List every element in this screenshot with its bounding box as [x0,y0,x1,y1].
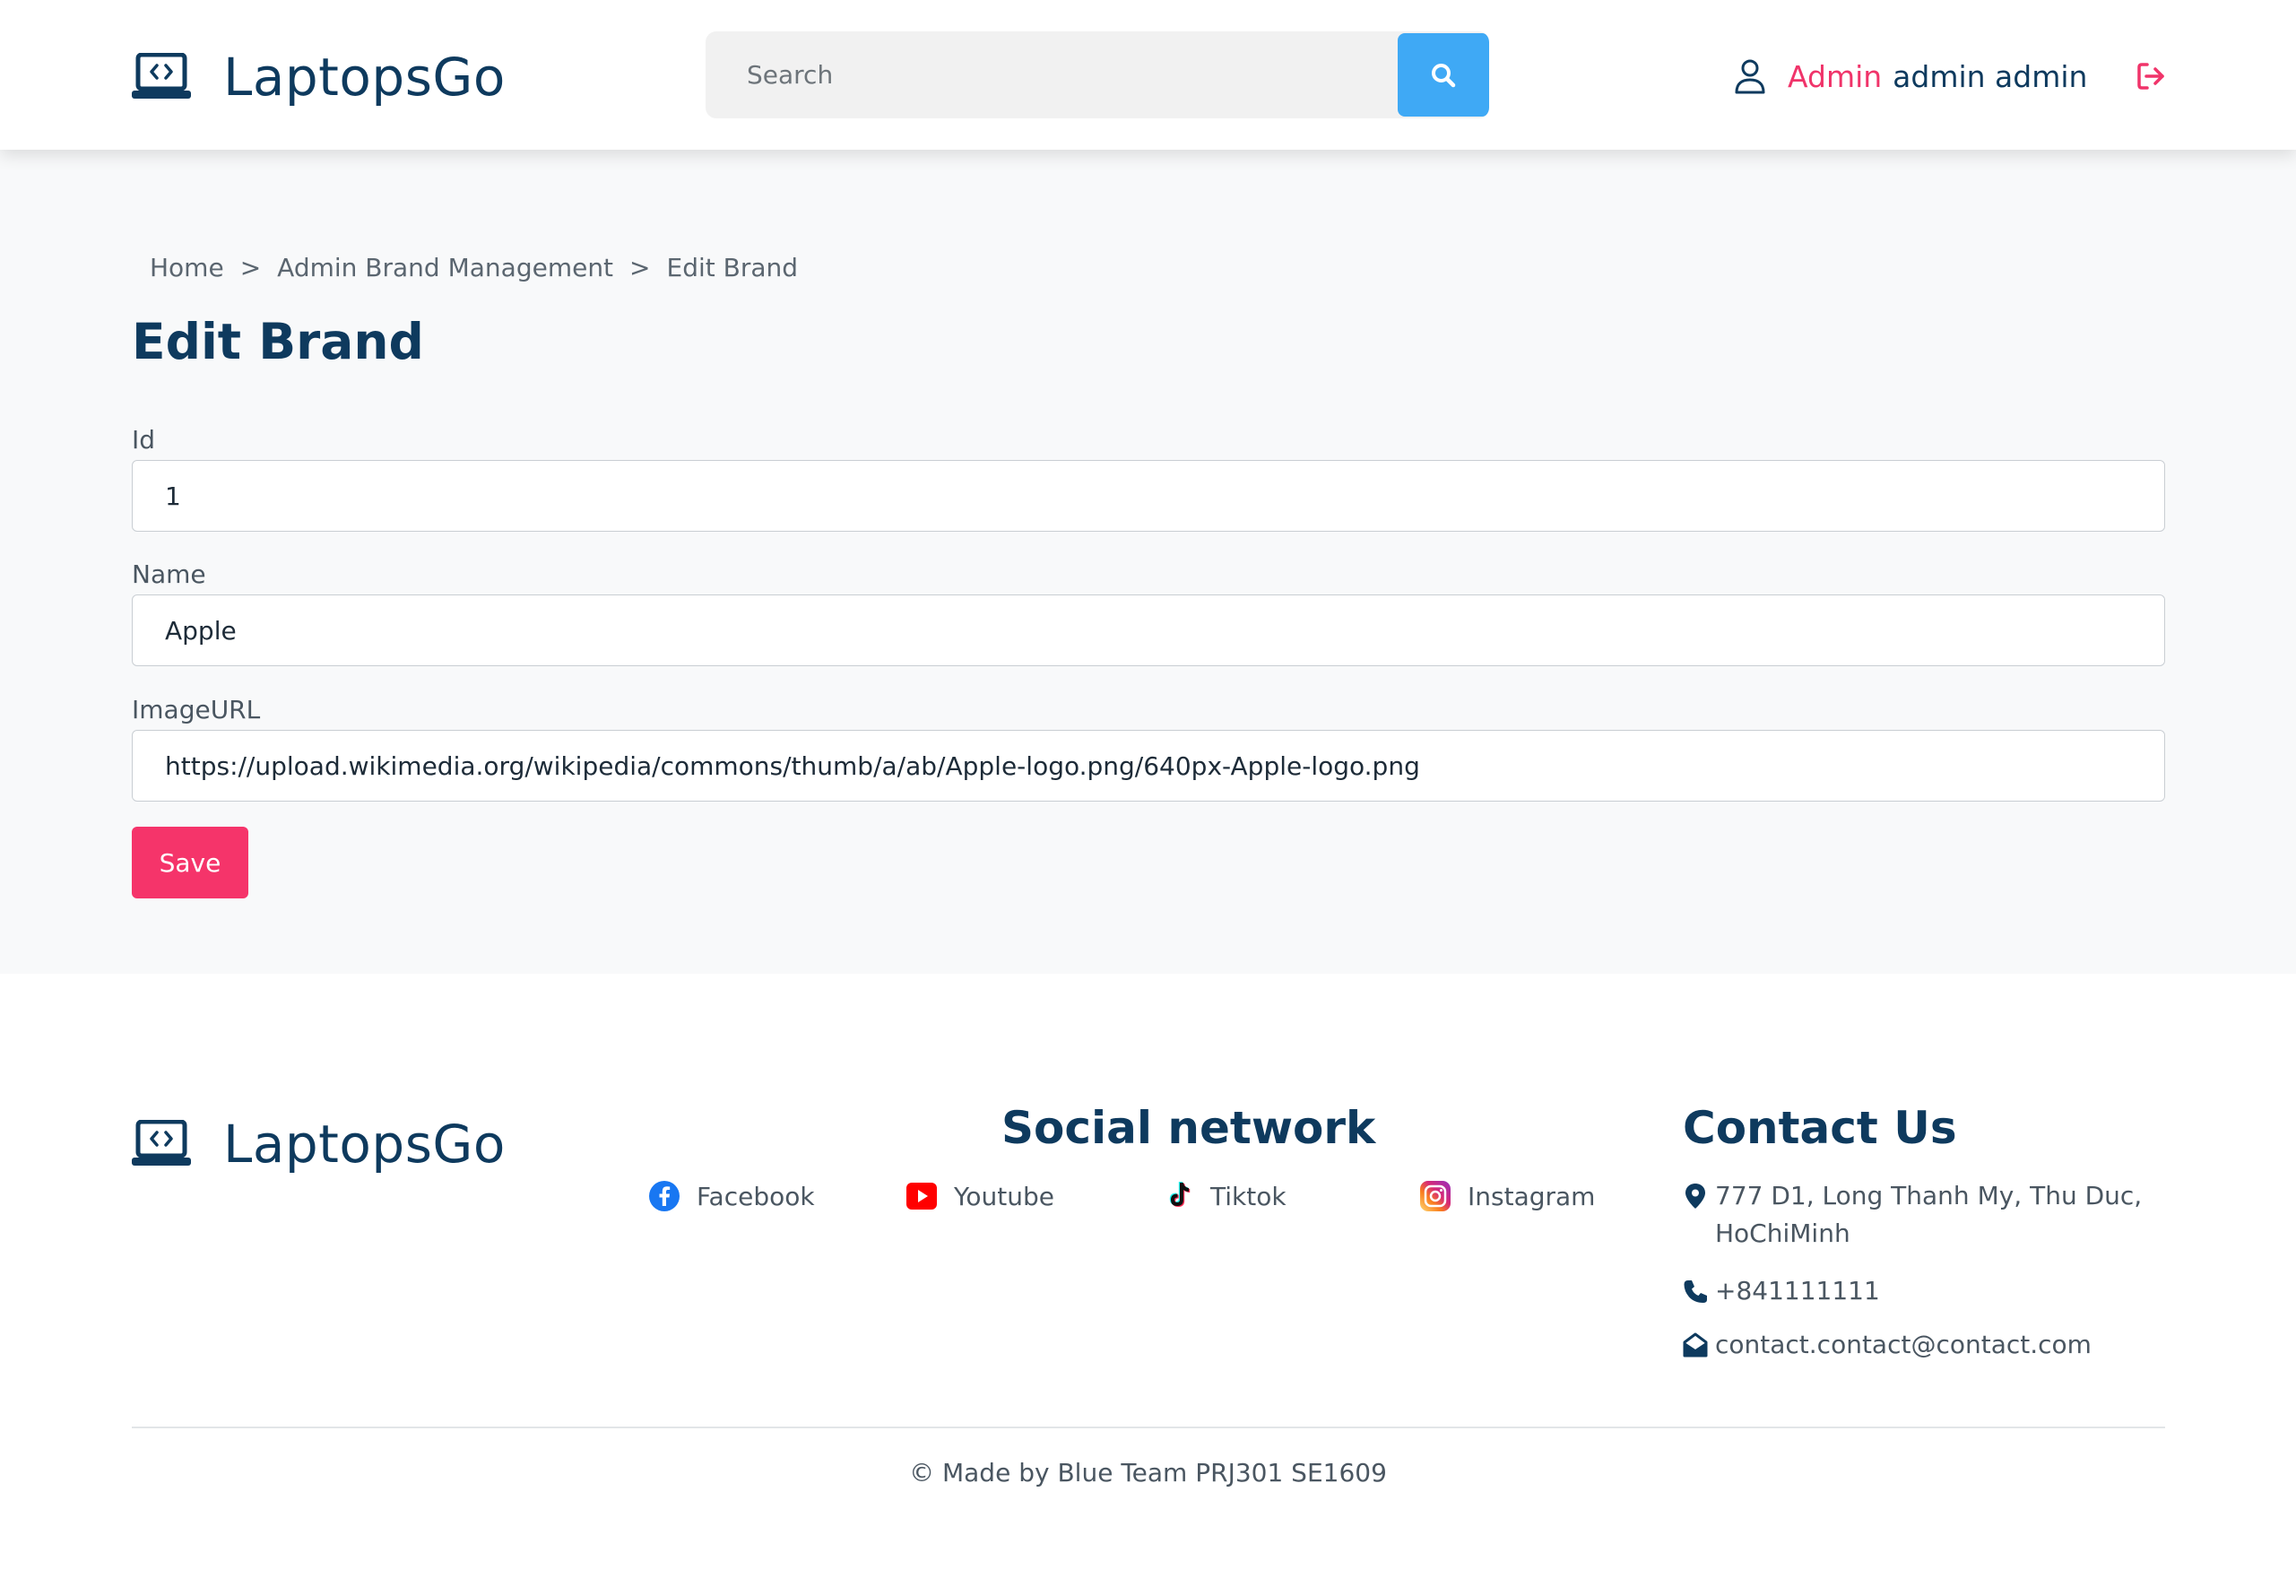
user-role: Admin [1788,58,1883,94]
social-link-facebook[interactable]: Facebook [648,1180,815,1212]
search-bar [706,31,1489,118]
breadcrumb-separator: > [629,253,651,282]
contact-phone: +841111111 [1683,1272,1880,1310]
footer-brand-name: LaptopsGo [223,1114,506,1175]
facebook-icon [649,1181,680,1211]
logout-icon [2137,63,2164,90]
page-title: Edit Brand [132,313,424,370]
image-url-field[interactable] [132,730,2165,802]
social-label-tiktok: Tiktok [1210,1181,1287,1211]
contact-us-title: Contact Us [1683,1102,1957,1154]
social-link-youtube[interactable]: Youtube [905,1180,1054,1212]
social-label-facebook: Facebook [697,1181,815,1211]
image-url-label: ImageURL [132,695,261,724]
address-line-2: HoChiMinh [1715,1219,1850,1248]
address-line-1: 777 D1, Long Thanh My, Thu Duc, [1715,1181,2143,1210]
user-account[interactable]: Admin admin admin [1734,54,2087,99]
contact-email: contact.contact@contact.com [1683,1326,2092,1364]
footer: LaptopsGo Social network Facebook Youtub… [0,974,2296,1596]
contact-address: 777 D1, Long Thanh My, Thu Duc, HoChiMin… [1683,1177,2142,1253]
name-field[interactable] [132,594,2165,666]
user-name: admin admin [1893,58,2088,94]
social-link-instagram[interactable]: Instagram [1419,1180,1595,1212]
breadcrumb-admin-brand-management[interactable]: Admin Brand Management [277,253,613,282]
search-input[interactable] [706,31,1399,118]
breadcrumb-current: Edit Brand [666,253,799,282]
map-pin-icon [1685,1184,1705,1209]
user-icon [1735,59,1765,94]
main-content: Home > Admin Brand Management > Edit Bra… [0,150,2296,974]
header-logo[interactable]: LaptopsGo [132,41,506,113]
phone-icon [1684,1280,1707,1303]
email-address[interactable]: contact.contact@contact.com [1715,1326,2092,1364]
name-label: Name [132,559,206,589]
instagram-icon [1420,1181,1451,1211]
social-label-youtube: Youtube [954,1181,1054,1211]
top-header: LaptopsGo Admin admin admin [0,0,2296,150]
envelope-open-icon [1683,1332,1708,1357]
footer-logo[interactable]: LaptopsGo [132,1108,506,1180]
id-label: Id [132,425,156,455]
brand-name: LaptopsGo [223,47,506,108]
tiktok-icon [1169,1182,1191,1207]
social-network-title: Social network [1001,1102,1376,1154]
copyright-text: © Made by Blue Team PRJ301 SE1609 [909,1458,1387,1488]
id-field[interactable] [132,460,2165,532]
footer-divider [132,1427,2165,1428]
youtube-icon [906,1183,937,1210]
social-link-tiktok[interactable]: Tiktok [1162,1180,1287,1212]
search-icon [1432,63,1456,87]
breadcrumb-separator: > [239,253,262,282]
breadcrumb-home[interactable]: Home [150,253,224,282]
logout-button[interactable] [2135,59,2169,93]
laptop-icon [132,1120,191,1166]
search-button[interactable] [1398,33,1489,117]
phone-number[interactable]: +841111111 [1715,1272,1880,1310]
breadcrumb: Home > Admin Brand Management > Edit Bra… [150,253,798,282]
save-button[interactable]: Save [132,827,248,898]
social-label-instagram: Instagram [1468,1181,1596,1211]
laptop-icon [132,53,191,99]
